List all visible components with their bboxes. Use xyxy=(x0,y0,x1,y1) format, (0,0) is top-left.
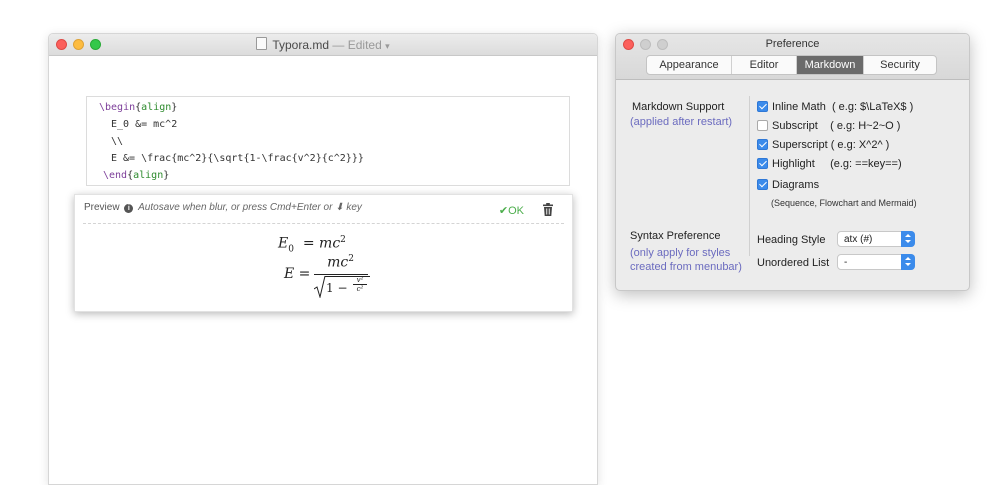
edited-status: Edited xyxy=(347,38,382,52)
file-name: Typora.md xyxy=(272,38,330,52)
highlight-checkbox[interactable] xyxy=(757,158,768,169)
diagrams-checkbox[interactable] xyxy=(757,179,768,190)
tab-editor[interactable]: Editor xyxy=(732,56,797,74)
editor-window: Typora.md — Edited ▾ \begin{align} E_0 &… xyxy=(48,33,598,485)
trash-icon[interactable] xyxy=(542,203,554,216)
tab-appearance[interactable]: Appearance xyxy=(647,56,732,74)
updown-arrows-icon xyxy=(901,254,915,270)
math-source-block[interactable]: \begin{align} E_0 &= mc^2 \\ E &= \frac{… xyxy=(86,96,570,186)
preview-label: Preview xyxy=(84,202,120,213)
preference-titlebar: Preference Appearance Editor Markdown Se… xyxy=(616,34,969,80)
inline-math-checkbox[interactable] xyxy=(757,101,768,112)
section-divider xyxy=(749,96,750,256)
code-line: E_0 &= mc^2 xyxy=(111,119,178,130)
highlight-option[interactable]: Highlight (e.g: ==key==) xyxy=(757,157,902,171)
superscript-option[interactable]: Superscript ( e.g: X^2^ ) xyxy=(757,138,889,152)
down-key-hint: ⬇︎ key xyxy=(335,202,362,213)
syntax-preference-label: Syntax Preference xyxy=(630,230,721,242)
preference-window: Preference Appearance Editor Markdown Se… xyxy=(615,33,970,291)
subscript-checkbox[interactable] xyxy=(757,120,768,131)
heading-style-label: Heading Style xyxy=(757,234,826,246)
subscript-option[interactable]: Subscript ( e.g: H~2~O ) xyxy=(757,119,900,133)
tab-markdown[interactable]: Markdown xyxy=(797,56,864,74)
editor-titlebar: Typora.md — Edited ▾ xyxy=(49,34,597,56)
unordered-list-label: Unordered List xyxy=(757,257,830,269)
unordered-list-select[interactable]: - xyxy=(837,254,915,270)
info-icon: i xyxy=(124,204,134,213)
checkmark-icon: ✔ xyxy=(498,205,509,217)
markdown-support-label: Markdown Support xyxy=(632,101,725,113)
code-line: \end{align} xyxy=(103,170,170,181)
diagrams-option[interactable]: Diagrams xyxy=(757,178,819,192)
superscript-checkbox[interactable] xyxy=(757,139,768,150)
window-title[interactable]: Typora.md — Edited ▾ xyxy=(49,37,597,52)
inline-math-option[interactable]: Inline Math ( e.g: $\LaTeX$ ) xyxy=(757,100,913,114)
syntax-preference-sublabel-2: created from menubar) xyxy=(630,261,742,273)
chevron-down-icon: ▾ xyxy=(385,41,390,51)
updown-arrows-icon xyxy=(901,231,915,247)
syntax-preference-sublabel-1: (only apply for styles xyxy=(630,247,731,259)
preview-hint: Autosave when blur, or press Cmd+Enter o… xyxy=(138,202,333,213)
math-preview-popover: Preview i Autosave when blur, or press C… xyxy=(74,194,573,312)
heading-style-select[interactable]: atx (#) xyxy=(837,231,915,247)
tab-security[interactable]: Security xyxy=(864,56,936,74)
preference-title: Preference xyxy=(765,38,820,50)
code-line: E &= \frac{mc^2}{\sqrt{1-\frac{v^2}{c^2}… xyxy=(111,153,364,164)
preference-tabs: Appearance Editor Markdown Security xyxy=(646,55,937,75)
markdown-support-sublabel: (applied after restart) xyxy=(630,116,733,128)
ok-button[interactable]: ✔OK xyxy=(499,204,524,217)
diagrams-note: (Sequence, Flowchart and Mermaid) xyxy=(771,198,917,208)
code-line: \begin{align} xyxy=(99,102,178,113)
markdown-preferences: Markdown Support (applied after restart)… xyxy=(616,80,969,290)
preview-header: Preview i Autosave when blur, or press C… xyxy=(84,202,362,213)
preview-divider xyxy=(83,223,564,224)
code-line: \\ xyxy=(111,136,124,147)
equation-1: E0 = mc2 xyxy=(278,235,346,255)
document-icon xyxy=(256,37,268,50)
